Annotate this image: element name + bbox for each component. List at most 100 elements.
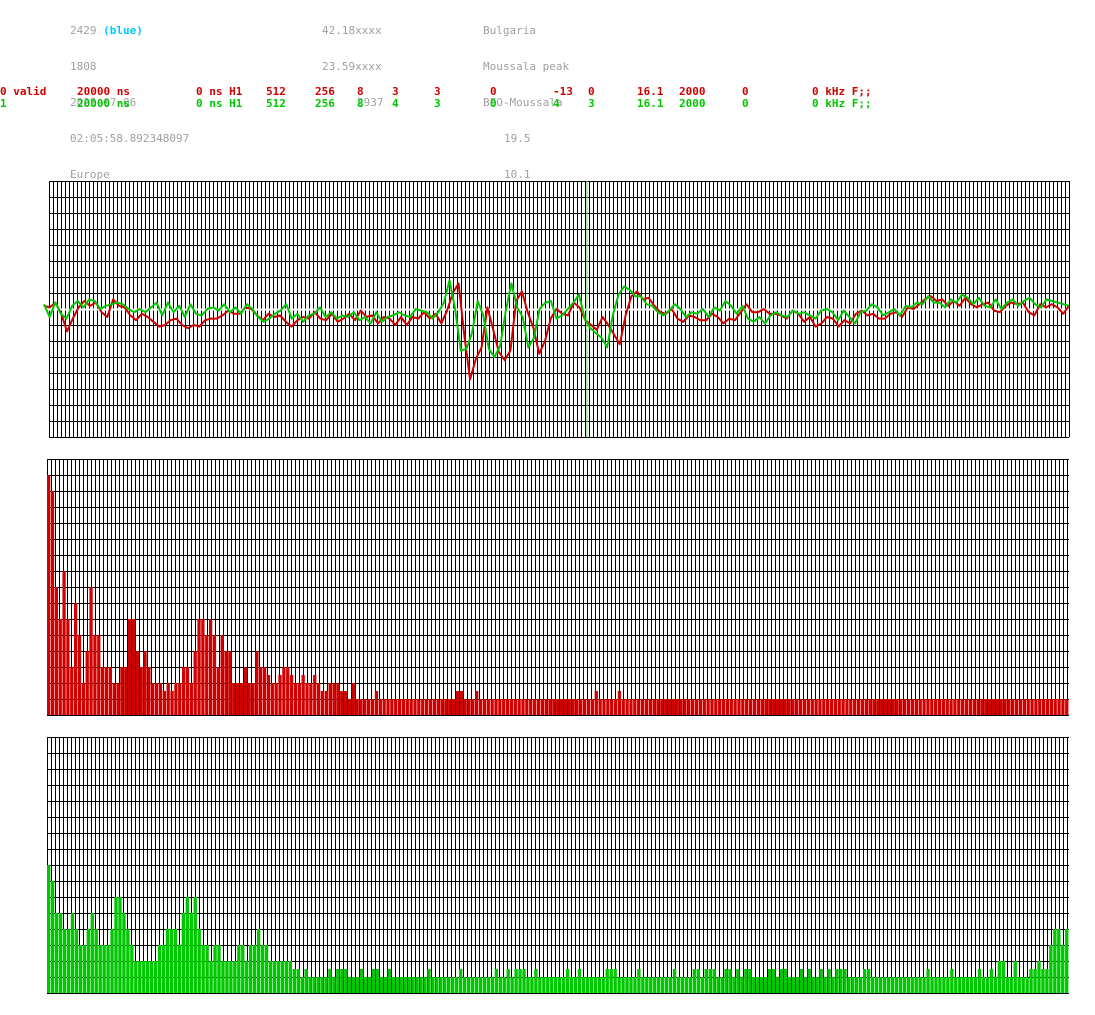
spectrum-bar: [837, 699, 841, 715]
spectrum-bar: [768, 699, 772, 715]
spectrum-bar: [147, 667, 151, 715]
spectrum-bar: [672, 969, 677, 993]
spectrum-bar: [74, 929, 79, 993]
spectrum-bar: [266, 675, 271, 715]
spectrum-bar: [563, 699, 568, 715]
spectrum-bar: [688, 977, 693, 993]
spectrum-bar: [332, 683, 336, 715]
spectrum-bar: [262, 667, 267, 715]
spectrum-bar: [598, 699, 602, 715]
spectrum-bar: [116, 683, 120, 715]
spectrum-bar: [260, 945, 265, 993]
spectrum-bar: [815, 977, 819, 993]
spectrum-bar: [154, 683, 159, 715]
spectrum-bar: [872, 699, 876, 715]
spectrum-bar: [988, 699, 992, 715]
spectrum-bar: [82, 945, 87, 993]
spectrum-bar: [54, 587, 58, 715]
spectrum-bar: [249, 945, 253, 993]
spectrum-bar: [550, 977, 554, 993]
spectrum-bar: [609, 969, 613, 993]
spectrum-bar: [1026, 699, 1030, 715]
spectrum-bar: [930, 977, 934, 993]
spectrum-bar: [546, 977, 550, 993]
spectrum-bar: [748, 699, 753, 715]
spectrum-bar: [118, 897, 122, 993]
spectrum-bar: [108, 667, 112, 715]
spectrum-bar: [494, 969, 498, 993]
spectrum-bar: [374, 691, 379, 715]
spectrum-bar: [859, 977, 863, 993]
spectrum-bar: [819, 969, 823, 993]
spectrum-bar: [332, 977, 336, 993]
spectrum-bar: [363, 977, 368, 993]
spectrum-bar: [165, 929, 170, 993]
spectrum-bar: [90, 913, 94, 993]
spectrum-bar: [93, 635, 97, 715]
spectrum-bar: [733, 699, 737, 715]
spectrum-bar: [831, 977, 835, 993]
spectrum-bar: [379, 977, 384, 993]
spectrum-bar: [514, 969, 518, 993]
spectrum-bar: [197, 929, 201, 993]
spectrum-bar: [1029, 969, 1033, 993]
spectrum-bar: [417, 699, 421, 715]
spectrum-bar: [122, 913, 126, 993]
spectrum-bar: [981, 977, 986, 993]
spectrum-bar: [102, 945, 106, 993]
spectrum-bar: [157, 945, 162, 993]
spectrum-bar: [799, 699, 803, 715]
spectrum-bar: [652, 699, 656, 715]
spectrum-bar: [352, 977, 356, 993]
spectrum-bar: [130, 945, 134, 993]
spectrum-bar: [451, 977, 455, 993]
spectrum-bar: [937, 699, 942, 715]
spectrum-bar: [540, 699, 544, 715]
spectrum-bar: [216, 667, 220, 715]
spectrum-bar: [1030, 699, 1034, 715]
spectrum-bar: [565, 969, 570, 993]
spectrum-bar: [772, 699, 776, 715]
spectrum-bar: [189, 683, 193, 715]
spectrum-bar: [448, 699, 452, 715]
spectrum-bar: [791, 977, 796, 993]
spectrum-bar: [571, 699, 575, 715]
spectrum-bar: [625, 699, 629, 715]
spectrum-bar: [181, 913, 186, 993]
spectrum-bar: [490, 977, 495, 993]
spectrum-bar: [193, 897, 197, 993]
spectrum-bar: [462, 977, 467, 993]
spectrum-bar: [1053, 699, 1057, 715]
spectrum-bar: [1018, 699, 1023, 715]
spectrum-bar: [347, 699, 352, 715]
spectrum-bar: [1011, 699, 1015, 715]
spectrum-bar: [845, 699, 849, 715]
spectrum-bar: [316, 683, 321, 715]
spectrum-bar: [451, 699, 456, 715]
spectrum-bar: [968, 699, 973, 715]
spectrum-bar: [914, 977, 918, 993]
spectrum-bar: [729, 699, 733, 715]
spectrum-bar: [957, 699, 961, 715]
spectrum-bar: [860, 699, 865, 715]
spectrum-bar: [1042, 699, 1046, 715]
spectrum-bar: [814, 699, 818, 715]
spectrum-bar: [343, 691, 348, 715]
spectrum-bar: [447, 977, 451, 993]
spectrum-bar: [890, 977, 895, 993]
spectrum-bar: [458, 969, 463, 993]
spectrum-bar: [289, 675, 294, 715]
spectrum-bar: [891, 699, 895, 715]
spectrum-bar: [989, 969, 994, 993]
spectrum-bar: [676, 977, 681, 993]
spectrum-bar: [127, 619, 132, 715]
spectrum-bar: [81, 683, 85, 715]
spectrum-bar: [328, 969, 332, 993]
spectrum-bar: [153, 961, 158, 993]
spectrum-bar: [558, 977, 562, 993]
spectrum-bar: [706, 699, 710, 715]
spectrum-bar: [767, 969, 772, 993]
spectrum-bar: [391, 977, 395, 993]
spectrum-bar: [548, 699, 552, 715]
spectrum-bar: [439, 977, 443, 993]
